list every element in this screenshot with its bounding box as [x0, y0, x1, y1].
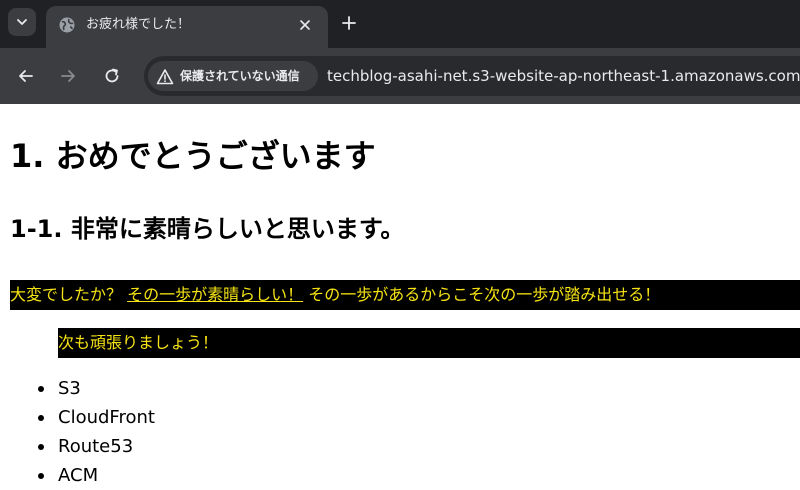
arrow-left-icon: [19, 70, 33, 82]
new-tab-button[interactable]: [338, 12, 360, 34]
tab-search-button[interactable]: [8, 8, 36, 36]
arrow-right-icon: [61, 70, 75, 82]
reload-button[interactable]: [99, 63, 125, 89]
tab-title: お疲れ様でした！: [86, 17, 191, 32]
chevron-down-icon: [17, 19, 27, 25]
back-button[interactable]: [13, 63, 39, 89]
forward-button[interactable]: [55, 63, 81, 89]
page-heading: 1. おめでとうございます: [10, 137, 376, 175]
browser-tab-active[interactable]: お疲れ様でした！: [46, 6, 328, 48]
highlight-banner-1: 大変でしたか？ その一歩が素晴らしい！ その一歩があるからこそ次の一歩が踏み出せ…: [10, 280, 800, 310]
banner1-text-before: 大変でしたか？: [10, 285, 123, 304]
list-item: ACM: [36, 461, 155, 490]
plus-icon: [342, 16, 356, 30]
security-indicator[interactable]: 保護されていない通信: [148, 61, 318, 91]
list-item: S3: [36, 374, 155, 403]
page-content: 1. おめでとうございます 1-1. 非常に素晴らしいと思います。 大変でしたか…: [0, 104, 800, 489]
list-item: CloudFront: [36, 403, 155, 432]
warning-triangle-icon: [156, 69, 174, 85]
tab-close-button[interactable]: [294, 14, 316, 36]
url-text[interactable]: techblog-asahi-net.s3-website-ap-northea…: [327, 56, 800, 96]
page-subheading: 1-1. 非常に素晴らしいと思います。: [10, 215, 405, 243]
list-item: Route53: [36, 432, 155, 461]
browser-toolbar: 保護されていない通信 techblog-asahi-net.s3-website…: [0, 48, 800, 104]
close-icon: [300, 20, 310, 30]
banner2-text: 次も頑張りましょう！: [58, 333, 219, 352]
globe-icon: [59, 17, 75, 33]
highlight-banner-2: 次も頑張りましょう！: [58, 328, 800, 358]
security-label: 保護されていない通信: [180, 69, 300, 83]
browser-tabstrip: お疲れ様でした！: [0, 0, 800, 48]
address-bar[interactable]: 保護されていない通信 techblog-asahi-net.s3-website…: [144, 56, 800, 96]
banner1-text-after: その一歩があるからこそ次の一歩が踏み出せる！: [308, 285, 661, 304]
banner1-link[interactable]: その一歩が素晴らしい！: [127, 285, 303, 304]
reload-icon: [105, 68, 119, 83]
service-list: S3 CloudFront Route53 ACM: [36, 374, 155, 490]
